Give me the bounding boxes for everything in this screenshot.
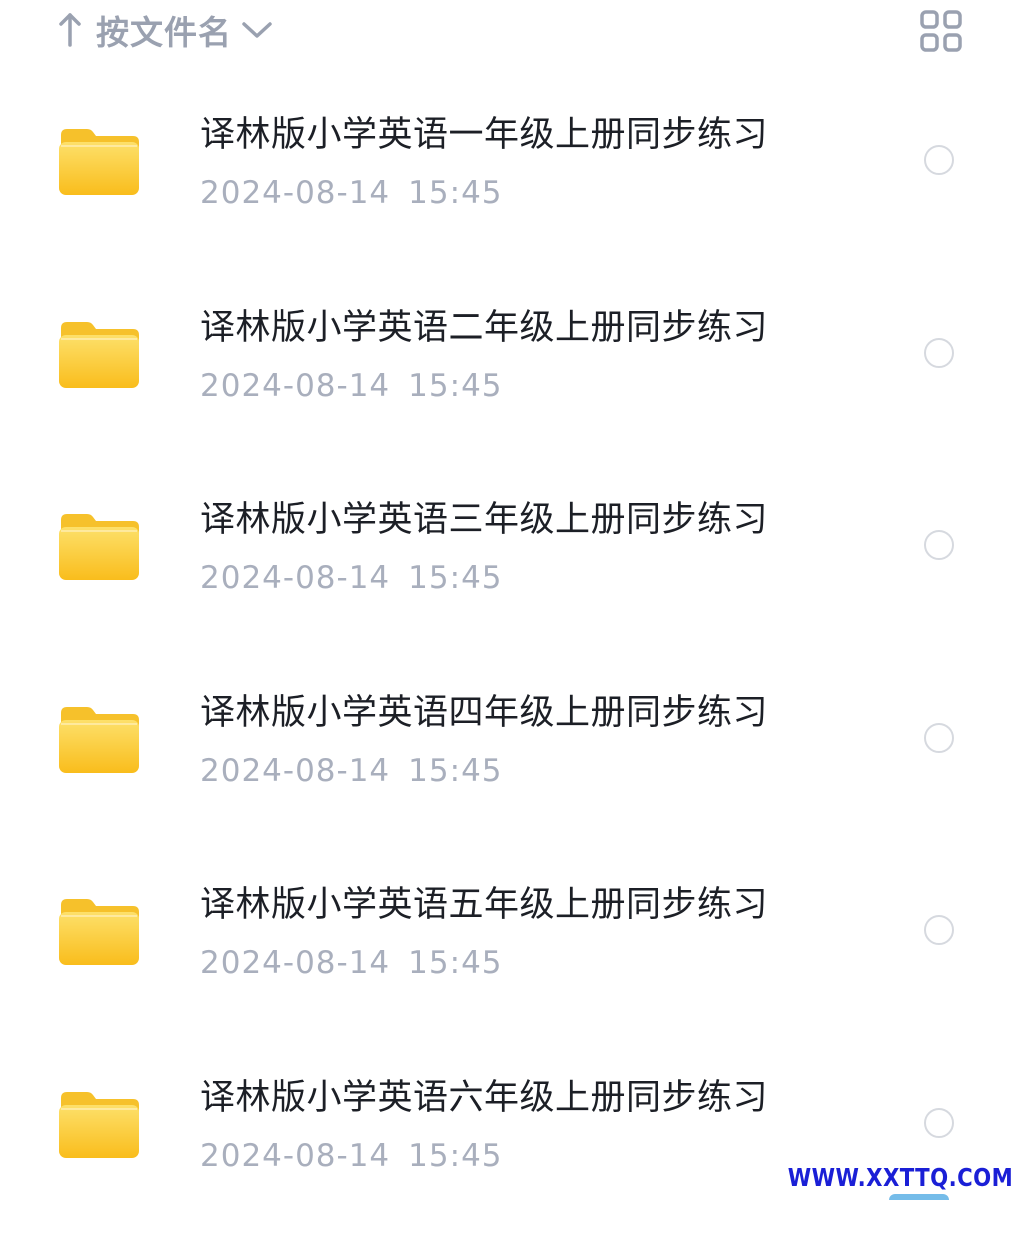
file-name: 译林版小学英语四年级上册同步练习: [200, 692, 769, 733]
file-time: 15:45: [408, 367, 503, 404]
select-checkbox[interactable]: [924, 915, 954, 946]
file-name: 译林版小学英语六年级上册同步练习: [200, 1077, 769, 1118]
arrow-up-icon: [59, 13, 81, 47]
watermark-swoosh: [889, 1194, 949, 1200]
select-checkbox[interactable]: [924, 530, 954, 561]
folder-icon: [59, 706, 139, 773]
file-name: 译林版小学英语二年级上册同步练习: [200, 307, 769, 348]
file-row[interactable]: 译林版小学英语二年级上册同步练习 2024-08-14 15:45: [0, 283, 1019, 476]
folder-icon: [59, 1091, 139, 1158]
file-row[interactable]: 译林版小学英语四年级上册同步练习 2024-08-14 15:45: [0, 668, 1019, 861]
file-modified-time: 2024-08-14 15:45: [200, 751, 503, 791]
file-time: 15:45: [408, 752, 503, 789]
file-row[interactable]: 译林版小学英语六年级上册同步练习 2024-08-14 15:45: [0, 1053, 1019, 1246]
file-time: 15:45: [408, 1137, 503, 1174]
file-name: 译林版小学英语一年级上册同步练习: [200, 115, 769, 155]
file-modified-time: 2024-08-14 15:45: [200, 1136, 503, 1176]
file-modified-time: 2024-08-14 15:45: [200, 173, 503, 213]
file-modified-time: 2024-08-14 15:45: [200, 558, 503, 598]
file-time: 15:45: [408, 175, 503, 211]
folder-icon: [59, 899, 139, 966]
watermark-text: WWW.XXTTQ.COM: [787, 1163, 1013, 1192]
select-checkbox[interactable]: [924, 1107, 954, 1138]
file-date: 2024-08-14: [200, 945, 391, 982]
file-row[interactable]: 译林版小学英语一年级上册同步练习 2024-08-14 15:45: [0, 90, 1019, 283]
file-date: 2024-08-14: [200, 1137, 391, 1174]
file-date: 2024-08-14: [200, 560, 391, 597]
file-modified-time: 2024-08-14 15:45: [200, 943, 503, 983]
grid-view-icon[interactable]: [918, 8, 964, 54]
file-name: 译林版小学英语三年级上册同步练习: [200, 500, 769, 541]
sort-label: 按文件名: [96, 13, 232, 52]
sort-by-name-button[interactable]: 按文件名: [56, 8, 274, 52]
file-row[interactable]: 译林版小学英语三年级上册同步练习 2024-08-14 15:45: [0, 475, 1019, 668]
file-date: 2024-08-14: [200, 175, 391, 211]
file-date: 2024-08-14: [200, 367, 391, 404]
folder-icon: [59, 321, 139, 388]
select-checkbox[interactable]: [924, 145, 954, 175]
file-time: 15:45: [408, 560, 503, 597]
folder-icon: [59, 514, 139, 581]
select-checkbox[interactable]: [924, 337, 954, 368]
select-checkbox[interactable]: [924, 722, 954, 753]
file-time: 15:45: [408, 945, 503, 982]
file-row[interactable]: 译林版小学英语五年级上册同步练习 2024-08-14 15:45: [0, 860, 1019, 1053]
file-modified-time: 2024-08-14 15:45: [200, 366, 503, 406]
file-date: 2024-08-14: [200, 752, 391, 789]
chevron-down-icon: [242, 22, 272, 38]
folder-icon: [59, 129, 139, 195]
file-name: 译林版小学英语五年级上册同步练习: [200, 885, 769, 926]
file-list: 译林版小学英语一年级上册同步练习 2024-08-14 15:45 译林版小学英语…: [0, 90, 1019, 1246]
